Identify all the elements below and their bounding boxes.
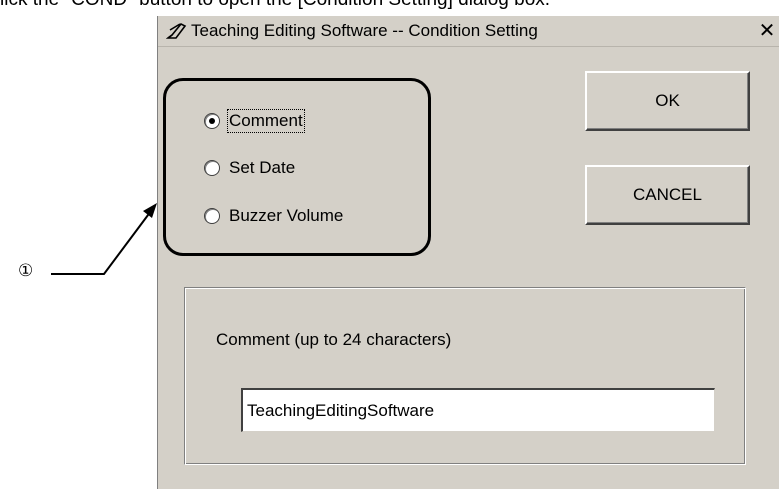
radio-set-date[interactable]: Set Date [204, 155, 295, 181]
title-bar: Teaching Editing Software -- Condition S… [158, 16, 779, 47]
comment-input[interactable] [241, 388, 715, 432]
radio-label-set-date: Set Date [229, 158, 296, 177]
radio-button[interactable] [204, 208, 220, 224]
pen-icon [165, 21, 188, 41]
close-button[interactable]: ✕ [756, 21, 778, 41]
radio-button[interactable] [204, 160, 220, 176]
radio-label-buzzer-volume: Buzzer Volume [229, 206, 344, 225]
cancel-button[interactable]: CANCEL [585, 165, 750, 225]
callout-number: ① [18, 261, 34, 280]
radio-buzzer-volume[interactable]: Buzzer Volume [204, 203, 343, 229]
radio-comment[interactable]: Comment [204, 108, 305, 134]
mode-radio-group: Comment Set Date Buzzer Volume [163, 78, 431, 256]
radio-label-comment: Comment [227, 109, 305, 133]
instruction-text: lick the "COND" button to open the [Cond… [0, 0, 779, 11]
dialog-title: Teaching Editing Software -- Condition S… [191, 21, 538, 40]
comment-label: Comment (up to 24 characters) [216, 330, 452, 349]
radio-button-checked[interactable] [204, 113, 220, 129]
ok-button[interactable]: OK [585, 71, 750, 131]
condition-setting-dialog: Teaching Editing Software -- Condition S… [157, 16, 779, 489]
comment-groupbox: Comment (up to 24 characters) [184, 287, 746, 465]
